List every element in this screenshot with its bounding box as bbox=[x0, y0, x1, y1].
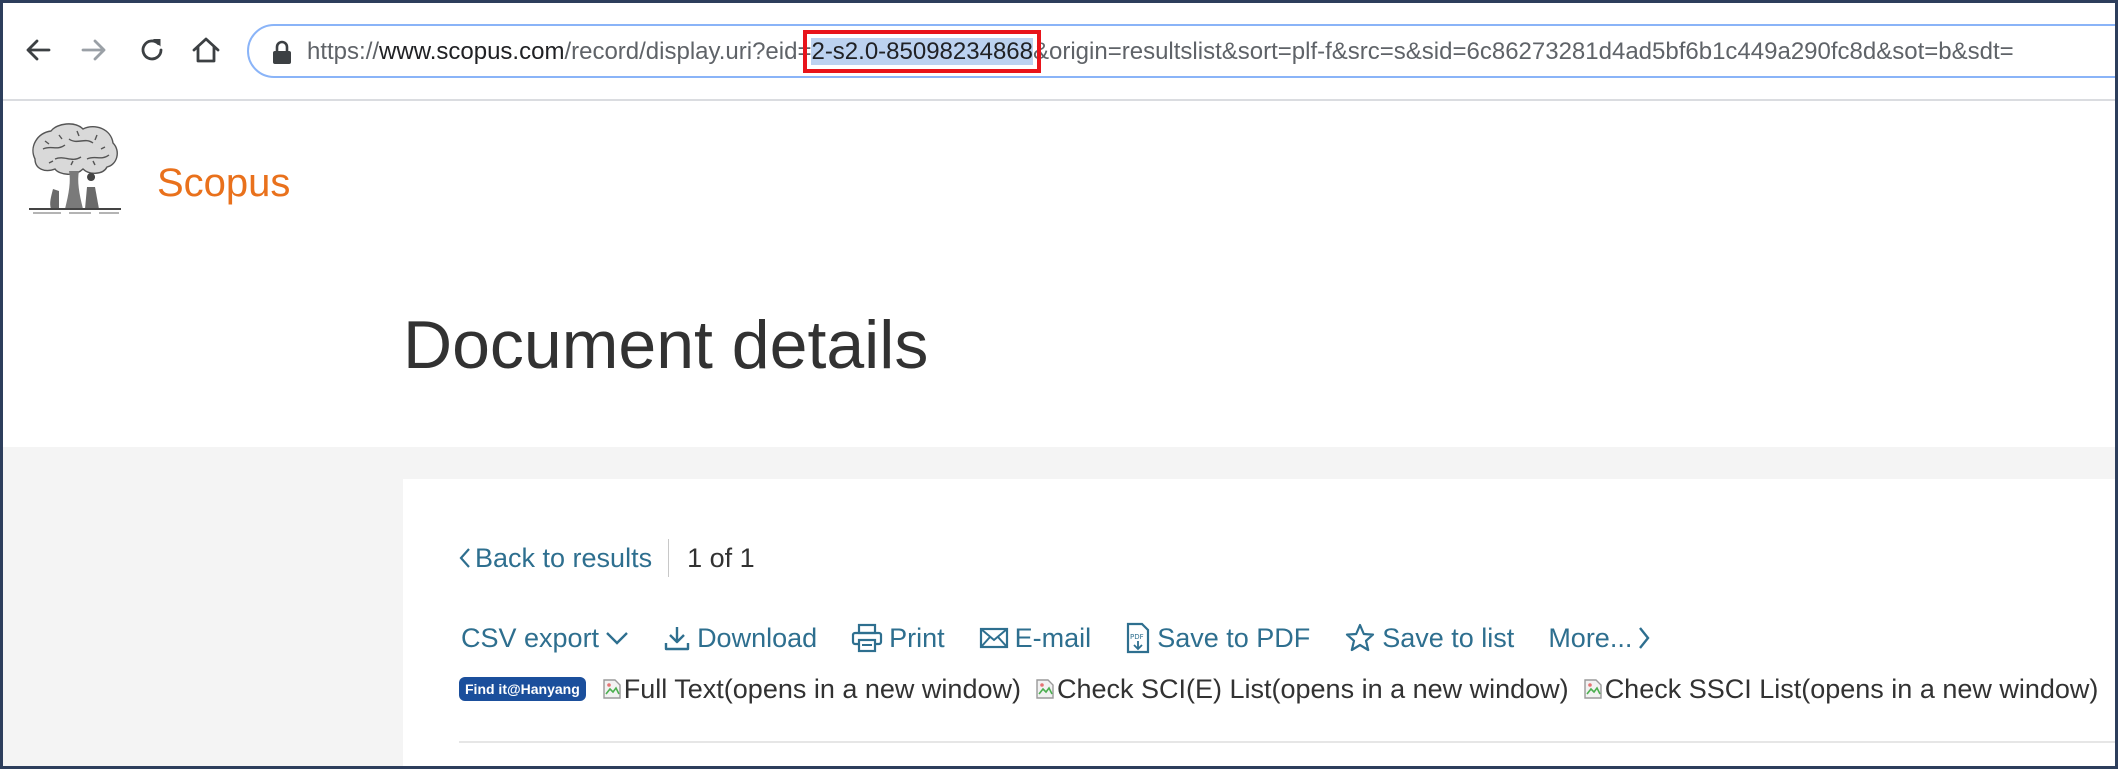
brand-name[interactable]: Scopus bbox=[157, 159, 290, 207]
url-path: /record/display.uri?eid= bbox=[564, 38, 812, 65]
print-button[interactable]: Print bbox=[851, 623, 945, 654]
check-ssci-link[interactable]: Check SSCI List(opens in a new window) bbox=[1583, 673, 2099, 705]
download-label: Download bbox=[697, 622, 818, 653]
save-to-list-button[interactable]: Save to list bbox=[1344, 622, 1514, 654]
action-toolbar: CSV export Download Print E-mail PDF Sav… bbox=[461, 617, 1684, 659]
forward-arrow-icon[interactable] bbox=[71, 27, 117, 73]
full-text-label: Full Text(opens in a new window) bbox=[623, 673, 1021, 704]
external-links: Find it@Hanyang Full Text(opens in a new… bbox=[459, 669, 2112, 709]
url-selected-eid: 2-s2.0-85098234868 bbox=[803, 30, 1041, 73]
csv-export-button[interactable]: CSV export bbox=[461, 623, 629, 654]
save-to-list-label: Save to list bbox=[1382, 622, 1515, 653]
check-scie-link[interactable]: Check SCI(E) List(opens in a new window) bbox=[1035, 674, 1569, 705]
back-to-results-link[interactable]: Back to results bbox=[459, 543, 652, 574]
chevron-left-icon bbox=[459, 547, 470, 568]
reload-icon[interactable] bbox=[129, 27, 175, 73]
address-bar[interactable]: https://www.scopus.com/record/display.ur… bbox=[247, 24, 2115, 78]
download-button[interactable]: Download bbox=[663, 623, 817, 654]
print-label: Print bbox=[889, 622, 945, 653]
email-button[interactable]: E-mail bbox=[979, 622, 1092, 654]
home-icon[interactable] bbox=[183, 27, 229, 73]
full-text-link[interactable]: Full Text(opens in a new window) bbox=[602, 674, 1021, 705]
section-divider bbox=[459, 741, 2115, 743]
csv-export-label: CSV export bbox=[461, 622, 600, 653]
browser-window: https://www.scopus.com/record/display.ur… bbox=[0, 0, 2118, 769]
save-to-pdf-label: Save to PDF bbox=[1157, 622, 1311, 653]
url-prefix: https:// bbox=[307, 38, 380, 65]
save-to-pdf-button[interactable]: PDF Save to PDF bbox=[1125, 622, 1310, 654]
elsevier-tree-logo[interactable] bbox=[25, 119, 125, 219]
url-query: &origin=resultslist&sort=plf-f&src=s&sid… bbox=[1033, 38, 2014, 65]
chevron-right-icon bbox=[1638, 626, 1650, 650]
separator bbox=[668, 539, 670, 577]
back-to-results-label: Back to results bbox=[475, 542, 653, 573]
more-label: More... bbox=[1548, 622, 1633, 653]
envelope-icon bbox=[979, 626, 1009, 650]
broken-image-icon bbox=[1583, 679, 1602, 699]
check-scie-label: Check SCI(E) List(opens in a new window) bbox=[1056, 673, 1569, 704]
browser-toolbar: https://www.scopus.com/record/display.ur… bbox=[3, 3, 2115, 101]
more-button[interactable]: More... bbox=[1548, 623, 1650, 654]
pdf-file-icon: PDF bbox=[1125, 622, 1151, 654]
chevron-down-icon bbox=[605, 631, 629, 645]
url-host: www.scopus.com bbox=[379, 38, 565, 65]
star-icon bbox=[1344, 622, 1376, 654]
document-card: Back to results 1 of 1 CSV export Downlo… bbox=[403, 479, 2115, 766]
results-navigation: Back to results 1 of 1 bbox=[459, 537, 755, 579]
download-icon bbox=[663, 624, 691, 652]
back-arrow-icon[interactable] bbox=[15, 27, 61, 73]
broken-image-icon bbox=[603, 679, 621, 699]
email-label: E-mail bbox=[1014, 622, 1092, 653]
lock-icon bbox=[273, 40, 291, 64]
page-title: Document details bbox=[403, 307, 929, 383]
check-ssci-label: Check SSCI List(opens in a new window) bbox=[1604, 673, 2099, 704]
findit-hanyang-badge[interactable]: Find it@Hanyang bbox=[459, 677, 586, 701]
svg-text:PDF: PDF bbox=[1130, 633, 1144, 641]
broken-image-icon bbox=[1036, 679, 1054, 699]
printer-icon bbox=[851, 623, 883, 653]
url-text[interactable]: https://www.scopus.com/record/display.ur… bbox=[307, 30, 2014, 73]
pager-count: 1 of 1 bbox=[687, 542, 755, 573]
